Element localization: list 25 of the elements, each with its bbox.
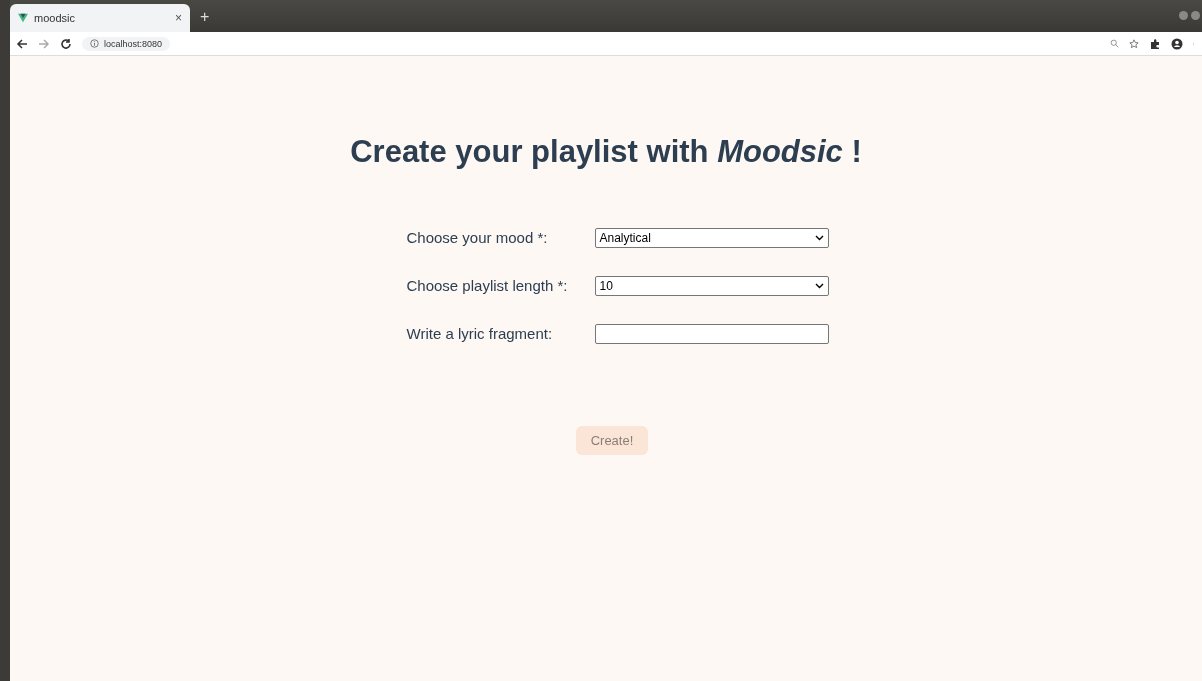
field-label: Choose your mood *:: [406, 228, 549, 248]
profile-icon[interactable]: [1171, 37, 1183, 50]
maximize-button[interactable]: [1191, 11, 1200, 20]
page-title: Create your playlist with Moodsic !: [350, 134, 862, 170]
tab-title: moodsic: [34, 12, 76, 24]
input-field[interactable]: [594, 324, 829, 344]
new-tab-button[interactable]: +: [200, 8, 210, 26]
minimize-button[interactable]: [1179, 11, 1188, 20]
field-label: Choose playlist length *:: [406, 276, 569, 296]
address-bar[interactable]: localhost:8080: [82, 36, 171, 51]
browser-tab[interactable]: moodsic ×: [10, 4, 190, 32]
back-icon[interactable]: [16, 37, 28, 50]
close-tab-button[interactable]: ×: [175, 11, 182, 25]
dropdown[interactable]: 10: [594, 276, 829, 296]
forward-icon[interactable]: [38, 37, 50, 50]
star-icon[interactable]: [1129, 38, 1139, 49]
info-icon: [90, 39, 99, 48]
chevron-icon: [814, 235, 824, 241]
zoom-icon[interactable]: [1110, 39, 1119, 48]
v-logo-icon: [18, 13, 28, 23]
puzzle-icon[interactable]: [1149, 37, 1161, 50]
field-label: Write a lyric fragment:: [406, 324, 554, 344]
chevron-icon: [814, 283, 824, 289]
dropdown[interactable]: Analytical: [594, 228, 829, 248]
reload-icon[interactable]: [60, 37, 72, 50]
